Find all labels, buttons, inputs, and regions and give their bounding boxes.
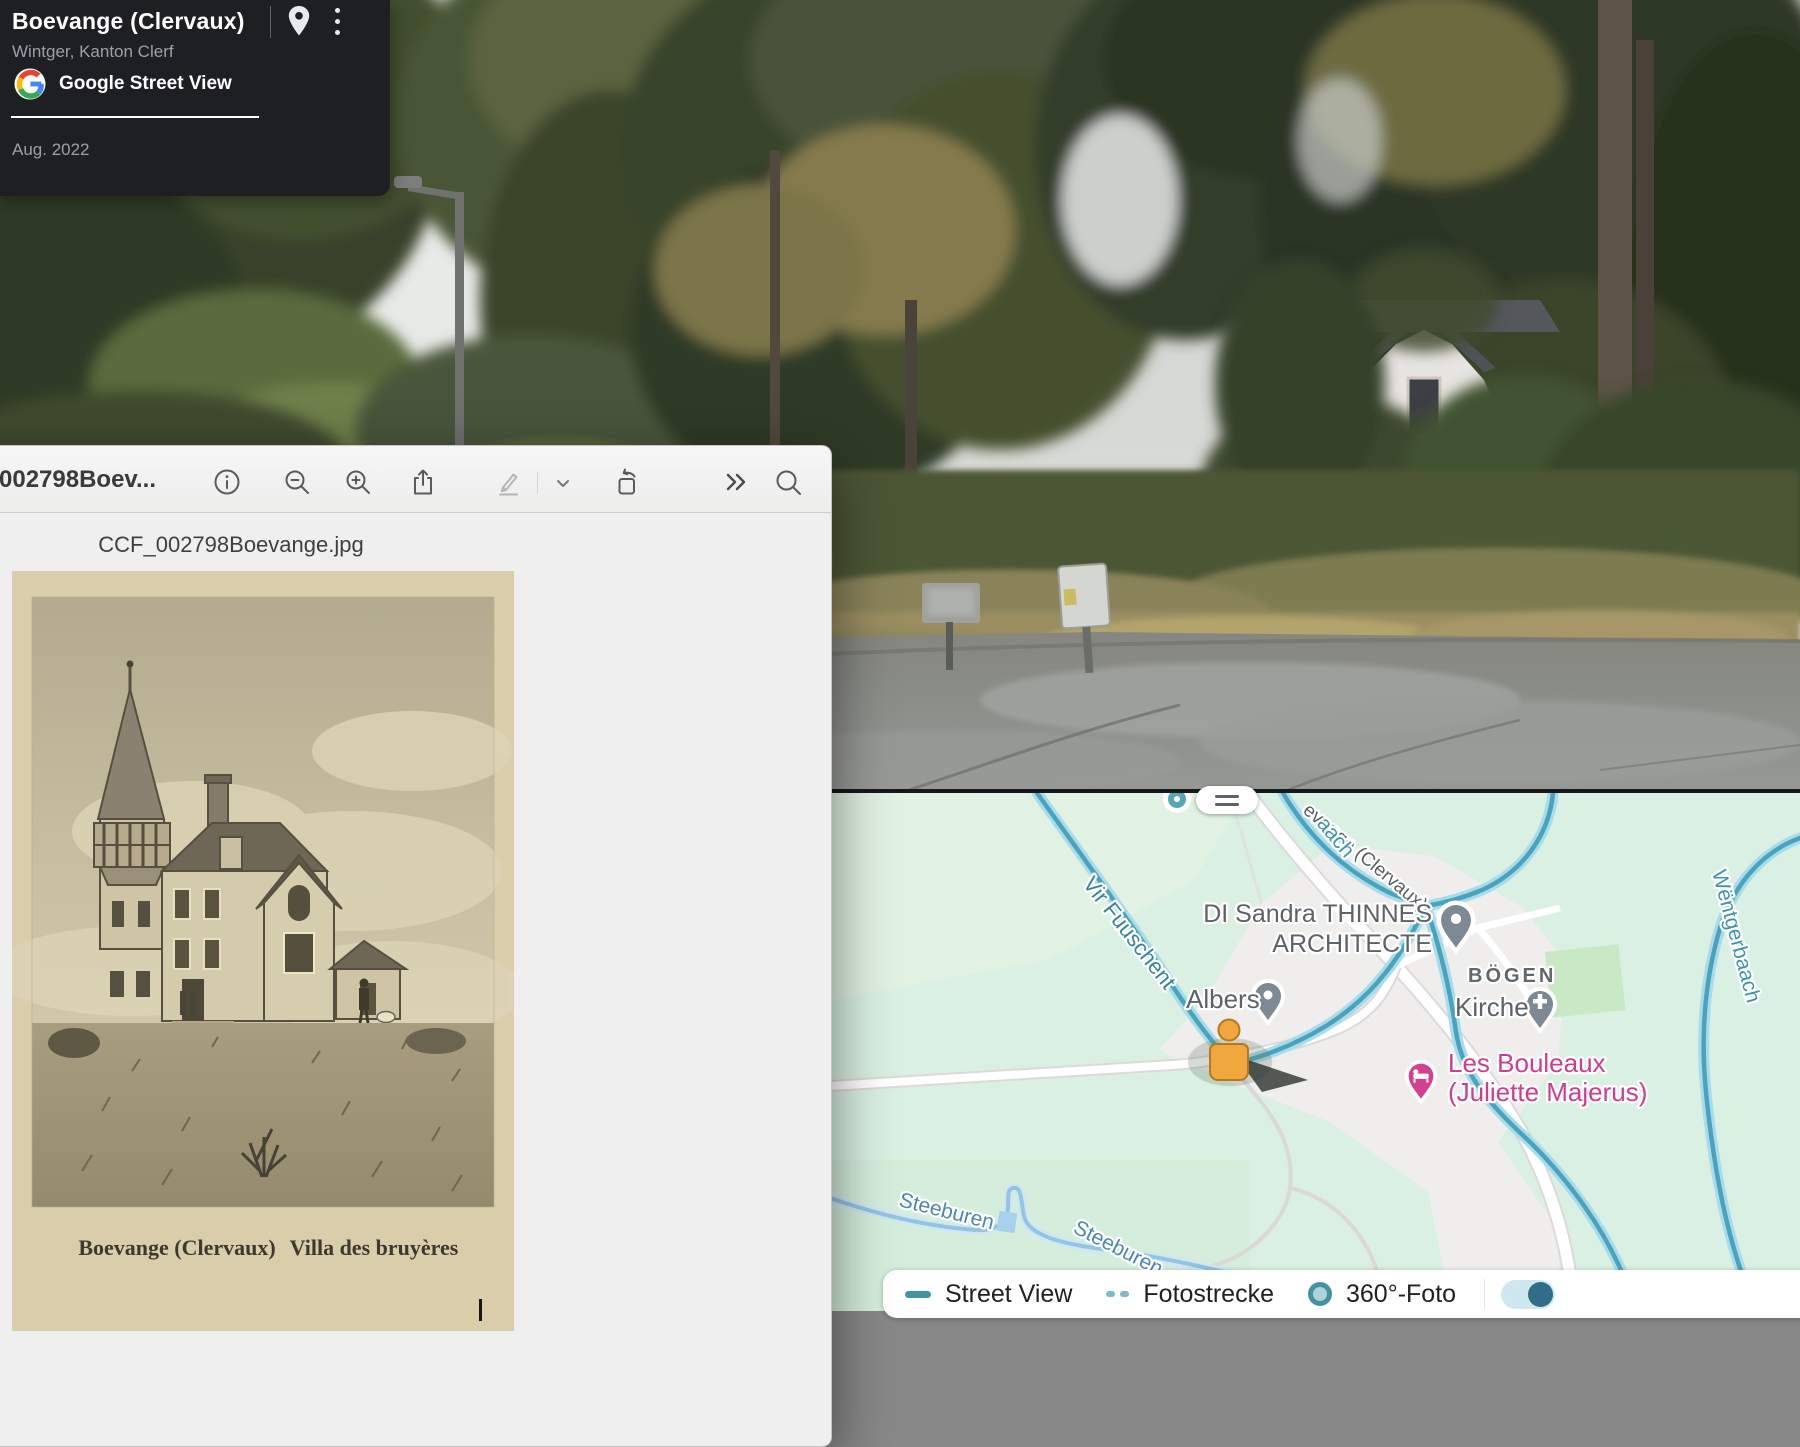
poi-albers[interactable]: Albers: [1186, 984, 1260, 1014]
zoom-out-icon[interactable]: [282, 467, 312, 497]
postcard-image: Boevange (Clervaux) Villa des bruyères: [12, 571, 514, 1331]
postcard-caption-title: Boevange (Clervaux): [78, 1235, 275, 1260]
poi-kirche[interactable]: Kirche: [1455, 992, 1529, 1022]
search-icon[interactable]: [773, 467, 803, 497]
drag-handle-icon[interactable]: [1196, 786, 1258, 814]
legend-street-view: Street View: [905, 1280, 1072, 1309]
markup-icon[interactable]: [493, 467, 523, 497]
provider-label: Google Street View: [59, 73, 232, 95]
location-subtitle: Wintger, Kanton Clerf: [12, 42, 174, 62]
document-filename: CCF_002798Boevange.jpg: [0, 532, 521, 558]
legend-360-foto: 360°-Foto: [1308, 1280, 1456, 1309]
layer-toggle[interactable]: [1501, 1280, 1555, 1309]
more-options-icon[interactable]: [330, 8, 344, 40]
rotate-icon[interactable]: [612, 467, 642, 497]
share-icon[interactable]: [408, 467, 438, 497]
poi-architect-line1[interactable]: DI Sandra THINNES: [1203, 900, 1432, 928]
locality-label-bogen[interactable]: BÖGEN: [1468, 964, 1556, 987]
toggle-knob[interactable]: [1528, 1282, 1553, 1307]
poi-architect-line2[interactable]: ARCHITECTE: [1272, 930, 1432, 958]
panel-underline: [11, 116, 259, 118]
park-area: [1545, 944, 1625, 1017]
preview-toolbar: 002798Boev...: [0, 446, 831, 513]
location-title: Boevange (Clervaux): [12, 8, 245, 35]
legend-360-label: 360°-Foto: [1346, 1280, 1456, 1309]
location-pin-icon[interactable]: [284, 4, 314, 38]
chevron-down-icon[interactable]: [551, 471, 575, 495]
legend-divider: [1484, 1279, 1485, 1309]
poi-lodging-line1[interactable]: Les Bouleaux: [1448, 1048, 1606, 1078]
photo-360-ring-icon: [1308, 1282, 1332, 1306]
capture-date: Aug. 2022: [12, 140, 90, 160]
screen: { "streetview_overlay": { "title": "Boev…: [0, 0, 1800, 1311]
legend-street-view-label: Street View: [945, 1280, 1072, 1309]
street-view-line-icon: [905, 1291, 931, 1298]
poi-lodging-line2[interactable]: (Juliette Majerus): [1448, 1077, 1647, 1107]
legend-fotostrecke: Fotostrecke: [1106, 1280, 1274, 1309]
zoom-in-icon[interactable]: [343, 467, 373, 497]
panel-divider: [270, 6, 271, 38]
info-icon[interactable]: [212, 467, 242, 497]
toolbar-divider: [537, 472, 538, 494]
street-view-info-panel: Boevange (Clervaux) Wintger, Kanton Cler…: [0, 0, 390, 196]
google-logo-icon: [14, 68, 46, 100]
fotostrecke-dashed-line-icon: [1106, 1291, 1129, 1297]
postcard-caption-subtitle: Villa des bruyères: [290, 1235, 459, 1260]
legend-fotostrecke-label: Fotostrecke: [1143, 1280, 1274, 1309]
window-title: 002798Boev...: [0, 466, 156, 494]
preview-window[interactable]: 002798Boev... CCF_002798Boevange.jp: [0, 445, 832, 1447]
more-toolbar-items-icon[interactable]: [722, 467, 752, 497]
